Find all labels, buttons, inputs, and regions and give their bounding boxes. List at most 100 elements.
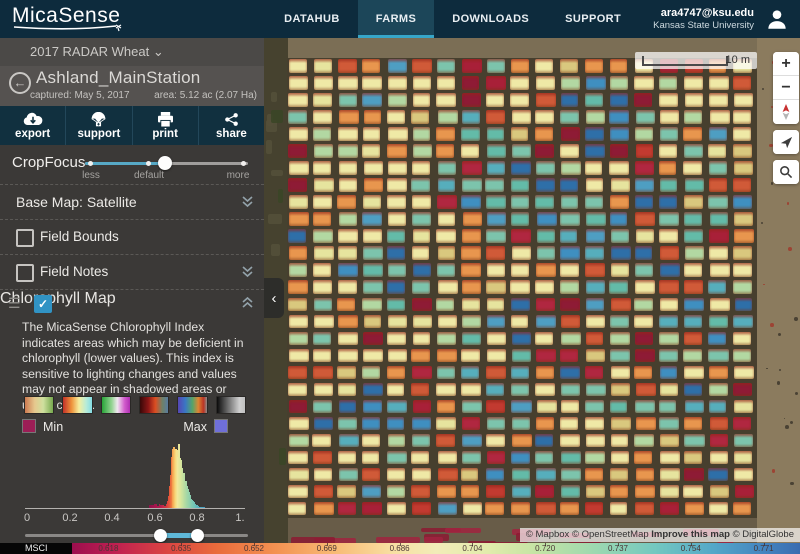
- field-plot: [438, 280, 458, 294]
- double-chevron-down-icon[interactable]: [241, 265, 254, 279]
- field-plot: [684, 76, 702, 90]
- colormap-swatch-3[interactable]: [101, 396, 131, 414]
- export-button[interactable]: export: [0, 106, 66, 145]
- field-plot: [560, 434, 580, 448]
- histogram-range-track[interactable]: [25, 534, 248, 537]
- field-plot: [684, 229, 704, 243]
- field-plot: [512, 485, 531, 499]
- colormap-swatch-4[interactable]: [139, 396, 169, 414]
- farm-selector-dropdown[interactable]: 2017 RADAR Wheat ⌄: [0, 38, 264, 66]
- field-plot: [486, 229, 506, 243]
- grass-tuft: [266, 140, 271, 154]
- field-plot: [709, 315, 728, 329]
- back-button[interactable]: ←: [9, 72, 31, 94]
- max-color-picker[interactable]: [214, 419, 228, 433]
- zoom-out-button[interactable]: −: [773, 76, 799, 100]
- colormap-swatch-2[interactable]: [62, 396, 92, 414]
- field-plot: [709, 229, 729, 243]
- field-plot: [313, 127, 331, 141]
- field-plot: [339, 110, 359, 124]
- micasense-logo[interactable]: MicaSense: [12, 0, 130, 38]
- cropfocus-slider-handle[interactable]: [158, 156, 172, 170]
- improve-map-link[interactable]: Improve this map: [651, 529, 730, 540]
- field-plot: [362, 366, 380, 380]
- field-plot: [314, 502, 334, 516]
- chlorophyll-map-row[interactable]: ☰ ✓ Chlorophyll Map: [0, 289, 264, 316]
- colormap-swatch-1[interactable]: [24, 396, 54, 414]
- field-plot: [462, 332, 481, 346]
- share-button[interactable]: share: [199, 106, 264, 145]
- field-bounds-row[interactable]: Field Bounds: [0, 219, 264, 254]
- max-group: Max: [183, 419, 228, 434]
- field-plot: [610, 400, 627, 414]
- field-plot: [610, 59, 627, 73]
- field-plot: [412, 212, 431, 226]
- sidebar-collapse-tab[interactable]: ‹: [264, 278, 284, 318]
- field-plot: [461, 366, 479, 380]
- field-plot: [436, 229, 456, 243]
- nav-item-farms[interactable]: FARMS: [358, 0, 435, 38]
- locate-button[interactable]: [773, 130, 799, 154]
- field-plot: [338, 383, 356, 397]
- field-plot: [314, 383, 334, 397]
- field-plot: [314, 468, 331, 482]
- field-plot: [461, 383, 480, 397]
- field-plot: [636, 383, 656, 397]
- range-handle-max[interactable]: [191, 529, 204, 542]
- field-notes-row[interactable]: Field Notes: [0, 254, 264, 289]
- chlorophyll-checkbox[interactable]: ✓: [34, 295, 52, 313]
- field-plot: [288, 366, 307, 380]
- account-info[interactable]: ara4747@ksu.edu Kansas State University: [653, 0, 754, 38]
- field-plot: [362, 76, 382, 90]
- field-plot: [339, 434, 359, 448]
- nav-item-downloads[interactable]: DOWNLOADS: [434, 0, 547, 38]
- field-plot: [511, 298, 530, 312]
- account-email: ara4747@ksu.edu: [661, 7, 754, 20]
- print-button[interactable]: print: [133, 106, 199, 145]
- index-value: 0.771: [754, 544, 774, 553]
- field-plot: [363, 383, 383, 397]
- compass-button[interactable]: [773, 100, 799, 124]
- field-plot: [660, 468, 680, 482]
- field-plot: [388, 434, 406, 448]
- field-plot: [636, 144, 653, 158]
- map-canvas[interactable]: 10 m + −: [264, 38, 800, 554]
- range-handle-min[interactable]: [154, 529, 167, 542]
- colormap-swatch-5[interactable]: [177, 396, 207, 414]
- field-plot: [733, 383, 752, 397]
- field-plot: [338, 502, 356, 516]
- field-plot: [461, 246, 480, 260]
- field-plot: [413, 263, 432, 277]
- field-notes-checkbox[interactable]: [16, 264, 34, 282]
- drag-handle-icon[interactable]: ☰: [8, 295, 22, 312]
- double-chevron-down-icon[interactable]: [241, 195, 254, 209]
- field-plot: [684, 263, 702, 277]
- basemap-row[interactable]: Base Map: Satellite: [0, 184, 264, 219]
- nav-item-datahub[interactable]: DATAHUB: [266, 0, 358, 38]
- grass-tuft: [271, 110, 283, 123]
- field-plot: [512, 246, 532, 260]
- colormap-swatch-6[interactable]: [216, 396, 246, 414]
- support-button[interactable]: support: [66, 106, 132, 145]
- field-plot: [635, 332, 653, 346]
- field-plot: [536, 178, 555, 192]
- field-plot: [412, 417, 432, 431]
- search-button[interactable]: [773, 160, 799, 184]
- field-plot: [710, 434, 729, 448]
- field-plot: [510, 93, 528, 107]
- field-bounds-checkbox[interactable]: [16, 229, 34, 247]
- double-chevron-up-icon[interactable]: [241, 296, 254, 310]
- field-plot: [659, 417, 679, 431]
- min-color-picker[interactable]: [22, 419, 36, 433]
- field-plot: [313, 400, 332, 414]
- field-plot: [659, 400, 676, 414]
- field-plot: [659, 161, 677, 175]
- zoom-in-button[interactable]: +: [773, 52, 799, 76]
- field-plot: [364, 315, 381, 329]
- share-label: share: [216, 128, 247, 140]
- print-label: print: [152, 128, 178, 140]
- nav-item-support[interactable]: SUPPORT: [547, 0, 639, 38]
- field-plot: [313, 366, 333, 380]
- user-avatar-icon[interactable]: [764, 6, 790, 32]
- field-plot: [610, 332, 630, 346]
